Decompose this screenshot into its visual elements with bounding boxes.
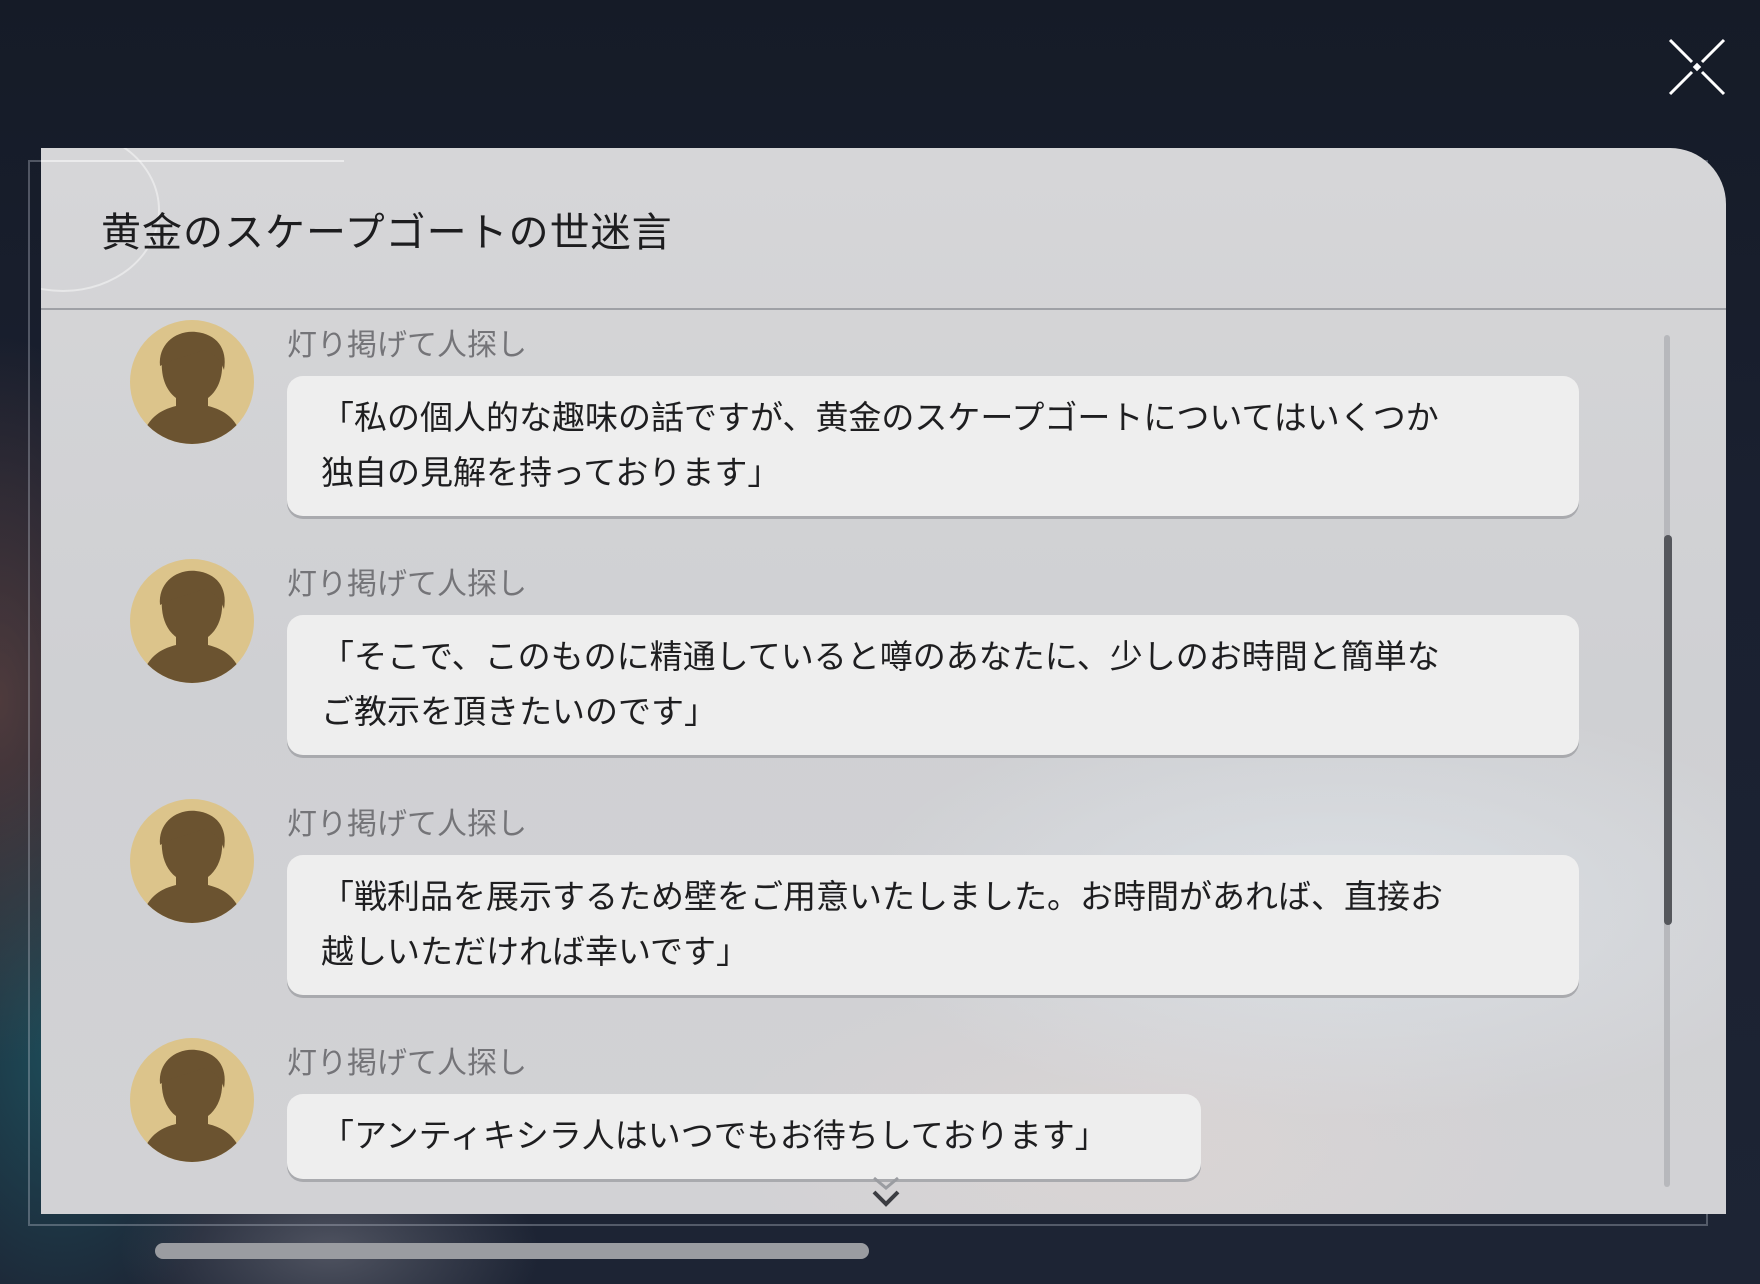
- message-text-line: 「アンティキシラ人はいつでもお待ちしております」: [321, 1116, 1108, 1155]
- sender-name: 灯り掲げて人探し: [287, 328, 527, 363]
- decorative-line: [41, 160, 344, 162]
- avatar: [130, 320, 254, 444]
- message-bubble: 「アンティキシラ人はいつでもお待ちしております」: [287, 1094, 1201, 1179]
- message-bubble: 「私の個人的な趣味の話ですが、黄金のスケープゴートについてはいくつか 独自の見解…: [287, 376, 1579, 516]
- title-divider: [41, 308, 1726, 310]
- sender-name: 灯り掲げて人探し: [287, 807, 527, 842]
- chevron-double-down-icon: [872, 1176, 900, 1207]
- message-text-line: 「戦利品を展示するため壁をご用意いたしました。お時間があれば、直接お: [321, 877, 1443, 916]
- avatar: [130, 1038, 254, 1162]
- message-text-line: 「私の個人的な趣味の話ですが、黄金のスケープゴートについてはいくつか: [321, 398, 1439, 437]
- person-silhouette-icon: [140, 570, 244, 683]
- message-text-line: 越しいただければ幸いです」: [321, 932, 750, 971]
- message-text-line: 「そこで、このものに精通していると噂のあなたに、少しのお時間と簡単な: [321, 637, 1440, 676]
- message-bubble: 「戦利品を展示するため壁をご用意いたしました。お時間があれば、直接お 越しいただ…: [287, 855, 1579, 995]
- close-icon: [1668, 38, 1726, 96]
- message-text-line: ご教示を頂きたいのです」: [321, 692, 717, 731]
- avatar: [130, 799, 254, 923]
- scroll-more-indicator[interactable]: [868, 1174, 904, 1212]
- dialog-title: 黄金のスケープゴートの世迷言: [101, 210, 673, 256]
- dialog-panel: 黄金のスケープゴートの世迷言 灯り掲げて人探し 「私の個人的な趣味の話ですが、黄…: [41, 148, 1726, 1214]
- message-text-line: 独自の見解を持っております」: [321, 453, 781, 492]
- message-bubble: 「そこで、このものに精通していると噂のあなたに、少しのお時間と簡単な ご教示を頂…: [287, 615, 1579, 755]
- close-button[interactable]: [1666, 36, 1728, 98]
- horizontal-scrollbar[interactable]: [155, 1243, 869, 1259]
- vertical-scrollbar-thumb[interactable]: [1664, 535, 1672, 925]
- person-silhouette-icon: [140, 1049, 244, 1162]
- person-silhouette-icon: [140, 810, 244, 923]
- avatar: [130, 559, 254, 683]
- sender-name: 灯り掲げて人探し: [287, 567, 527, 602]
- person-silhouette-icon: [140, 331, 244, 444]
- sender-name: 灯り掲げて人探し: [287, 1046, 527, 1081]
